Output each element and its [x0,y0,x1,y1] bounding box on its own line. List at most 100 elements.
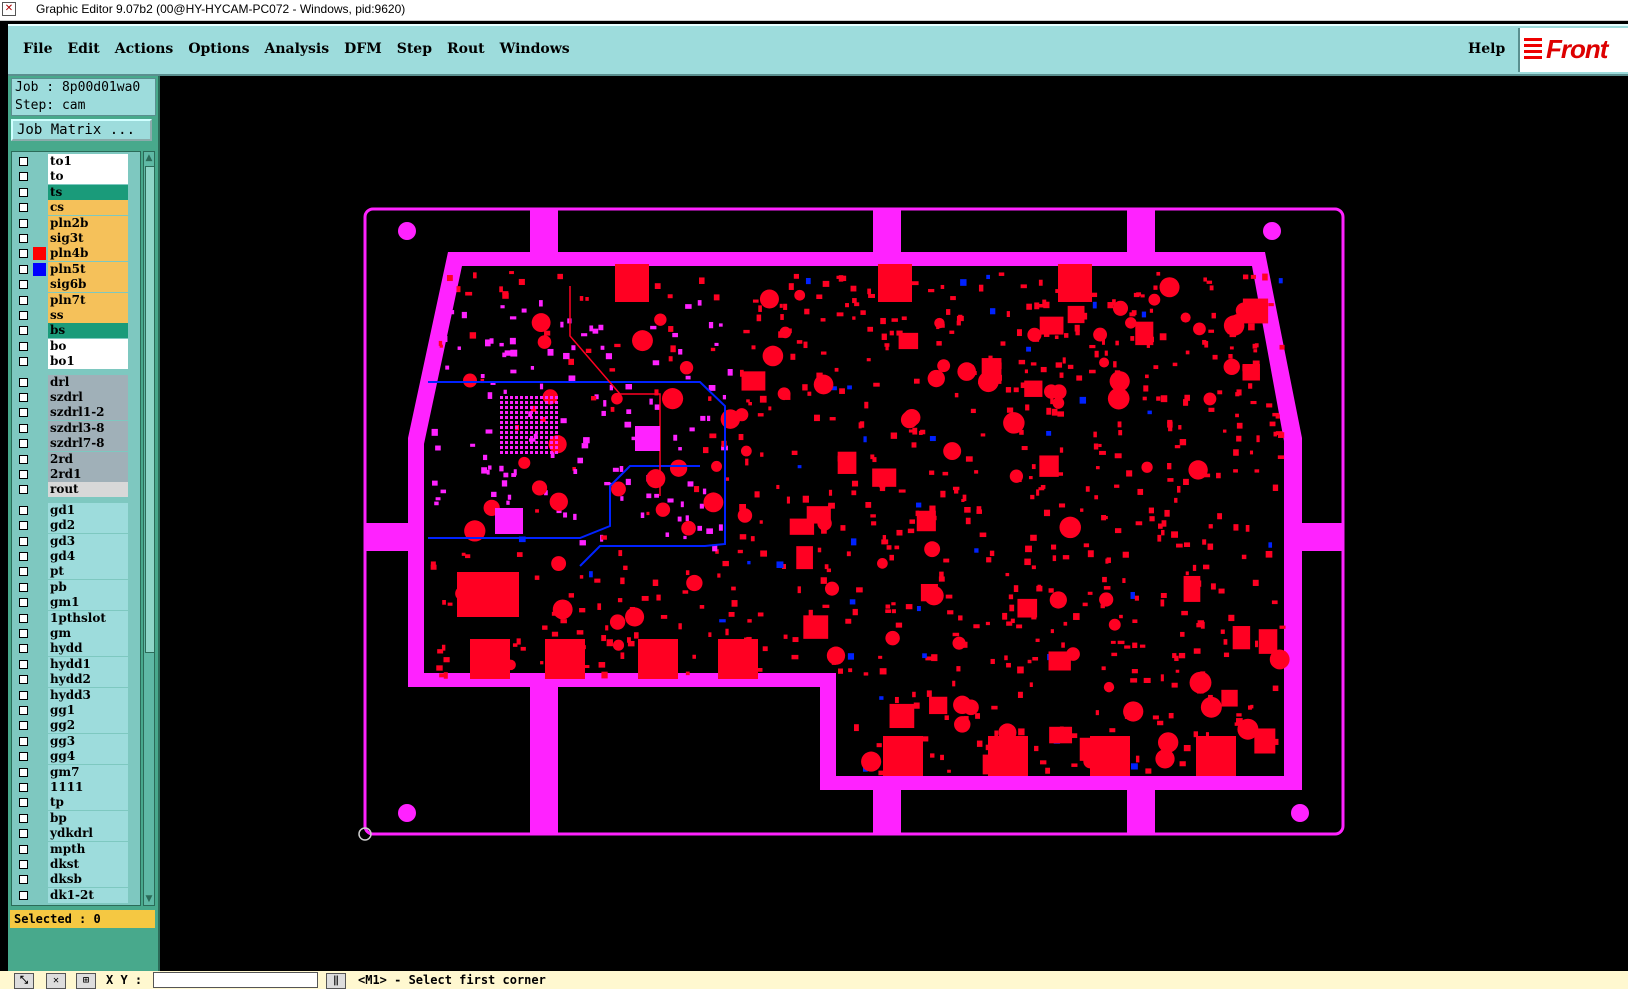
layer-name[interactable]: pln4b [48,246,128,262]
layer-name[interactable]: hydd3 [48,687,128,703]
graphic-canvas[interactable] [160,76,1628,971]
layer-row[interactable]: gg4 [12,749,142,765]
layer-row[interactable]: pln7t [12,292,142,308]
layer-checkbox[interactable] [19,567,28,577]
layer-row[interactable]: dkst [12,857,142,872]
layer-color-swatch[interactable] [33,642,46,655]
layer-name[interactable]: hydd2 [48,672,128,688]
layer-row[interactable]: gg3 [12,733,142,749]
layer-color-swatch[interactable] [33,422,46,435]
layer-checkbox[interactable] [19,295,28,305]
layer-name[interactable]: pb [48,579,128,595]
layer-checkbox[interactable] [19,706,28,715]
layer-color-swatch[interactable] [33,889,46,902]
layer-checkbox[interactable] [19,675,28,685]
layer-name[interactable]: gd3 [48,533,128,549]
layer-checkbox[interactable] [19,721,28,731]
layer-row[interactable]: bs [12,323,142,339]
layer-name[interactable]: pln7t [48,292,128,308]
scroll-down-icon[interactable]: ▼ [144,893,154,905]
layer-name[interactable]: to1 [48,154,128,169]
layer-checkbox[interactable] [19,454,28,464]
layer-row[interactable]: pb [12,579,142,595]
layer-name[interactable]: sig3t [48,231,128,246]
grid-tool-icon[interactable]: ⊞ [76,973,96,989]
layer-color-swatch[interactable] [33,437,46,450]
layer-color-swatch[interactable] [33,812,46,825]
layer-color-swatch[interactable] [33,453,46,466]
layer-color-swatch[interactable] [33,468,46,481]
layer-color-swatch[interactable] [33,581,46,594]
layer-color-swatch[interactable] [33,309,46,322]
layer-checkbox[interactable] [19,393,28,402]
layer-name[interactable]: bs [48,323,128,339]
layer-row[interactable]: sig6b [12,277,142,293]
layer-checkbox[interactable] [19,813,28,823]
layer-name[interactable]: 2rd [48,451,128,467]
layer-row[interactable]: dksb [12,872,142,888]
layer-color-swatch[interactable] [33,340,46,353]
layer-checkbox[interactable] [19,598,28,608]
layer-checkbox[interactable] [19,644,28,654]
layer-color-swatch[interactable] [33,186,46,199]
layer-color-swatch[interactable] [33,796,46,809]
scroll-thumb[interactable] [145,166,155,653]
layer-checkbox[interactable] [19,470,28,479]
layer-name[interactable]: to [48,169,128,185]
layer-name[interactable]: pt [48,564,128,580]
layer-checkbox[interactable] [19,187,28,197]
layer-name[interactable]: ydkdrl [48,826,128,842]
layer-row[interactable]: gm7 [12,764,142,780]
layer-name[interactable]: bo [48,338,128,354]
layer-checkbox[interactable] [19,203,28,213]
menu-analysis[interactable]: Analysis [264,41,329,57]
job-matrix-button[interactable]: Job Matrix ... [11,119,152,141]
layer-name[interactable]: szdrl1-2 [48,405,128,421]
layer-checkbox[interactable] [19,690,28,700]
layer-name[interactable]: pln2b [48,215,128,231]
layer-row[interactable]: gd2 [12,518,142,534]
layer-name[interactable]: gd1 [48,502,128,518]
layer-checkbox[interactable] [19,521,28,531]
layer-row[interactable]: ydkdrl [12,826,142,842]
layer-color-swatch[interactable] [33,232,46,245]
layer-checkbox[interactable] [19,505,28,515]
layer-row[interactable]: szdrl [12,390,142,405]
layer-row[interactable]: to1 [12,154,142,169]
layer-row[interactable]: hydd1 [12,656,142,672]
layer-checkbox[interactable] [19,613,28,623]
layer-name[interactable]: gd4 [48,549,128,564]
menu-edit[interactable]: Edit [67,41,99,57]
layer-color-swatch[interactable] [33,170,46,183]
layer-row[interactable]: pln2b [12,215,142,231]
layer-checkbox[interactable] [19,234,28,243]
layer-color-swatch[interactable] [33,324,46,337]
layer-name[interactable]: szdrl3-8 [48,420,128,436]
layer-checkbox[interactable] [19,249,28,259]
layer-color-swatch[interactable] [33,735,46,748]
layer-checkbox[interactable] [19,341,28,351]
layer-color-swatch[interactable] [33,278,46,291]
layer-row[interactable]: szdrl3-8 [12,420,142,436]
layer-checkbox[interactable] [19,439,28,449]
layer-color-swatch[interactable] [33,689,46,702]
layer-name[interactable]: 1111 [48,780,128,795]
layer-row[interactable]: mpth [12,841,142,857]
layer-row[interactable]: tp [12,795,142,811]
xy-input[interactable] [153,972,318,988]
layer-name[interactable]: 1pthslot [48,610,128,626]
layer-checkbox[interactable] [19,629,28,638]
layer-color-swatch[interactable] [33,658,46,671]
layer-checkbox[interactable] [19,157,28,166]
layer-row[interactable]: gg2 [12,718,142,734]
layer-color-swatch[interactable] [33,376,46,389]
layer-name[interactable]: gg4 [48,749,128,765]
pause-icon[interactable]: ‖ [326,973,346,989]
layer-row[interactable]: gd4 [12,549,142,564]
layer-row[interactable]: rout [12,482,142,498]
layer-color-swatch[interactable] [33,201,46,214]
layer-name[interactable]: hydd1 [48,656,128,672]
layer-color-swatch[interactable] [33,355,46,368]
layer-color-swatch[interactable] [33,781,46,794]
layer-checkbox[interactable] [19,829,28,839]
